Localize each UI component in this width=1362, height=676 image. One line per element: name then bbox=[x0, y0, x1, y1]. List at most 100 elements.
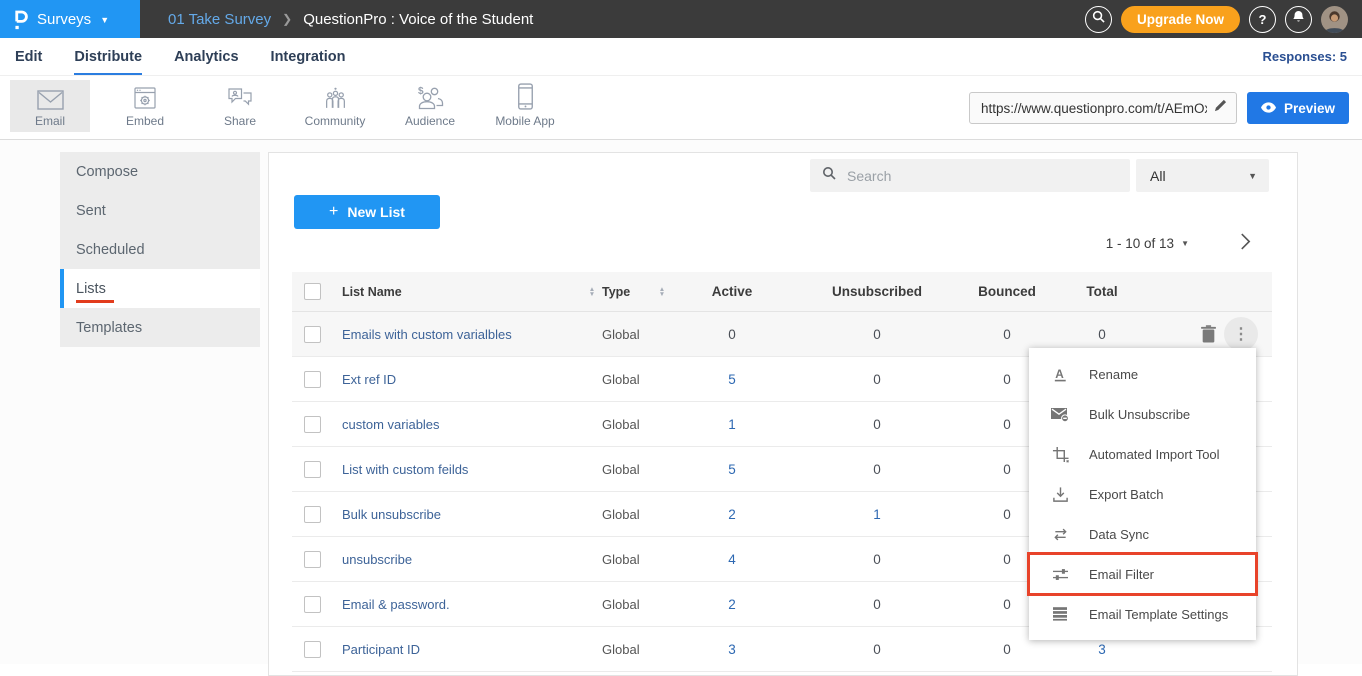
email-filter-icon bbox=[1051, 565, 1069, 583]
active-count[interactable]: 2 bbox=[672, 597, 792, 612]
product-switcher[interactable]: Surveys ▼ bbox=[0, 0, 140, 38]
pagination[interactable]: 1 - 10 of 13 ▼ bbox=[1106, 236, 1189, 251]
row-checkbox[interactable] bbox=[304, 416, 321, 433]
channel-item[interactable]: Community bbox=[295, 80, 375, 132]
list-name-link[interactable]: List with custom feilds bbox=[342, 462, 468, 477]
unsubscribed-count[interactable]: 1 bbox=[792, 507, 962, 522]
list-name-link[interactable]: Email & password. bbox=[342, 597, 450, 612]
row-checkbox[interactable] bbox=[304, 506, 321, 523]
sidebar-item[interactable]: Compose bbox=[60, 152, 260, 191]
active-count[interactable]: 4 bbox=[672, 552, 792, 567]
channel-item[interactable]: Mobile App bbox=[485, 80, 565, 132]
nav-tab[interactable]: Analytics bbox=[174, 38, 238, 75]
column-header-active[interactable]: Active bbox=[672, 284, 792, 299]
row-checkbox[interactable] bbox=[304, 551, 321, 568]
row-checkbox[interactable] bbox=[304, 596, 321, 613]
delete-list-button[interactable] bbox=[1201, 325, 1216, 343]
responses-count[interactable]: Responses: 5 bbox=[1262, 49, 1347, 64]
unsubscribed-count[interactable]: 0 bbox=[792, 642, 962, 657]
context-menu-item-label: Bulk Unsubscribe bbox=[1089, 407, 1190, 422]
notifications-button[interactable] bbox=[1285, 6, 1312, 33]
column-header-type[interactable]: Type bbox=[602, 285, 652, 299]
context-menu-item[interactable]: Email Filter bbox=[1029, 554, 1256, 594]
active-count[interactable]: 1 bbox=[672, 417, 792, 432]
list-name-link[interactable]: Emails with custom varialbles bbox=[342, 327, 512, 342]
row-checkbox[interactable] bbox=[304, 371, 321, 388]
next-page-button[interactable] bbox=[1240, 233, 1251, 255]
column-header-unsubscribed[interactable]: Unsubscribed bbox=[792, 284, 962, 299]
bounced-count[interactable]: 0 bbox=[962, 642, 1052, 657]
list-name-link[interactable]: custom variables bbox=[342, 417, 440, 432]
nav-tab[interactable]: Edit bbox=[15, 38, 42, 75]
survey-url-field[interactable]: https://www.questionpro.com/t/AEmOx bbox=[969, 92, 1237, 124]
search-box[interactable] bbox=[810, 159, 1130, 192]
upgrade-now-button[interactable]: Upgrade Now bbox=[1121, 6, 1240, 33]
list-name-link[interactable]: Participant ID bbox=[342, 642, 420, 657]
total-count[interactable]: 0 bbox=[1052, 327, 1152, 342]
channel-item[interactable]: Email bbox=[10, 80, 90, 132]
active-count[interactable]: 5 bbox=[672, 462, 792, 477]
breadcrumb-separator-icon: ❯ bbox=[282, 12, 292, 26]
nav-tab[interactable]: Distribute bbox=[74, 38, 142, 75]
select-all-checkbox[interactable] bbox=[304, 283, 321, 300]
context-menu-item[interactable]: A Rename bbox=[1029, 354, 1256, 394]
channel-item[interactable]: Share bbox=[200, 80, 280, 132]
channel-item[interactable]: Embed bbox=[105, 80, 185, 132]
row-checkbox[interactable] bbox=[304, 641, 321, 658]
list-name-link[interactable]: Bulk unsubscribe bbox=[342, 507, 441, 522]
row-checkbox[interactable] bbox=[304, 326, 321, 343]
edit-url-icon[interactable] bbox=[1214, 99, 1227, 117]
preview-button[interactable]: Preview bbox=[1247, 92, 1349, 124]
channel-item[interactable]: $ Audience bbox=[390, 80, 470, 132]
context-menu-item[interactable]: Bulk Unsubscribe bbox=[1029, 394, 1256, 434]
topbar-actions: Upgrade Now ? bbox=[1085, 6, 1362, 33]
sort-icon[interactable]: ▲▼ bbox=[582, 287, 602, 297]
context-menu-item[interactable]: Automated Import Tool bbox=[1029, 434, 1256, 474]
unsubscribed-count[interactable]: 0 bbox=[792, 417, 962, 432]
bounced-count[interactable]: 0 bbox=[962, 327, 1052, 342]
search-button[interactable] bbox=[1085, 6, 1112, 33]
channel-label: Mobile App bbox=[495, 114, 554, 128]
total-count[interactable]: 3 bbox=[1052, 642, 1152, 657]
list-name-link[interactable]: unsubscribe bbox=[342, 552, 412, 567]
list-type: Global bbox=[602, 462, 652, 477]
column-header-list-name[interactable]: List Name bbox=[337, 285, 582, 299]
unsubscribed-count[interactable]: 0 bbox=[792, 597, 962, 612]
row-menu-button[interactable]: ⋮ bbox=[1224, 317, 1258, 351]
rename-icon: A bbox=[1051, 365, 1069, 383]
unsubscribed-count[interactable]: 0 bbox=[792, 552, 962, 567]
context-menu-item[interactable]: Export Batch bbox=[1029, 474, 1256, 514]
unsubscribed-count[interactable]: 0 bbox=[792, 462, 962, 477]
distribution-channels: Email Embed Share Community $ Audience bbox=[10, 80, 565, 132]
sidebar-item[interactable]: Sent bbox=[60, 191, 260, 230]
unsubscribed-count[interactable]: 0 bbox=[792, 372, 962, 387]
sidebar-item[interactable]: Scheduled bbox=[60, 230, 260, 269]
context-menu-item[interactable]: Data Sync bbox=[1029, 514, 1256, 554]
filter-dropdown[interactable]: All ▼ bbox=[1136, 159, 1269, 192]
new-list-button[interactable]: + New List bbox=[294, 195, 440, 229]
avatar[interactable] bbox=[1321, 6, 1348, 33]
active-count[interactable]: 3 bbox=[672, 642, 792, 657]
survey-nav: Edit Distribute Analytics Integration Re… bbox=[0, 38, 1362, 76]
help-button[interactable]: ? bbox=[1249, 6, 1276, 33]
column-header-total[interactable]: Total bbox=[1052, 284, 1152, 299]
column-header-bounced[interactable]: Bounced bbox=[962, 284, 1052, 299]
breadcrumb: 01 Take Survey ❯ QuestionPro : Voice of … bbox=[168, 11, 533, 28]
active-count[interactable]: 2 bbox=[672, 507, 792, 522]
nav-tab[interactable]: Integration bbox=[271, 38, 346, 75]
sort-icon[interactable]: ▲▼ bbox=[652, 287, 672, 297]
row-checkbox[interactable] bbox=[304, 461, 321, 478]
list-search-input[interactable] bbox=[845, 167, 1120, 185]
sidebar-item[interactable]: Templates bbox=[60, 308, 260, 347]
breadcrumb-survey-link[interactable]: 01 Take Survey bbox=[168, 11, 271, 28]
sidebar-item[interactable]: Lists bbox=[60, 269, 260, 308]
list-type: Global bbox=[602, 507, 652, 522]
context-menu-item[interactable]: Email Template Settings bbox=[1029, 594, 1256, 634]
unsubscribed-count[interactable]: 0 bbox=[792, 327, 962, 342]
table-header: List Name ▲▼ Type ▲▼ Active Unsubscribed… bbox=[292, 272, 1272, 312]
sidebar-item-label: Sent bbox=[76, 203, 106, 219]
active-count[interactable]: 5 bbox=[672, 372, 792, 387]
email-sidebar: Compose Sent Scheduled Lists Templates bbox=[60, 152, 260, 347]
active-count[interactable]: 0 bbox=[672, 327, 792, 342]
list-name-link[interactable]: Ext ref ID bbox=[342, 372, 396, 387]
